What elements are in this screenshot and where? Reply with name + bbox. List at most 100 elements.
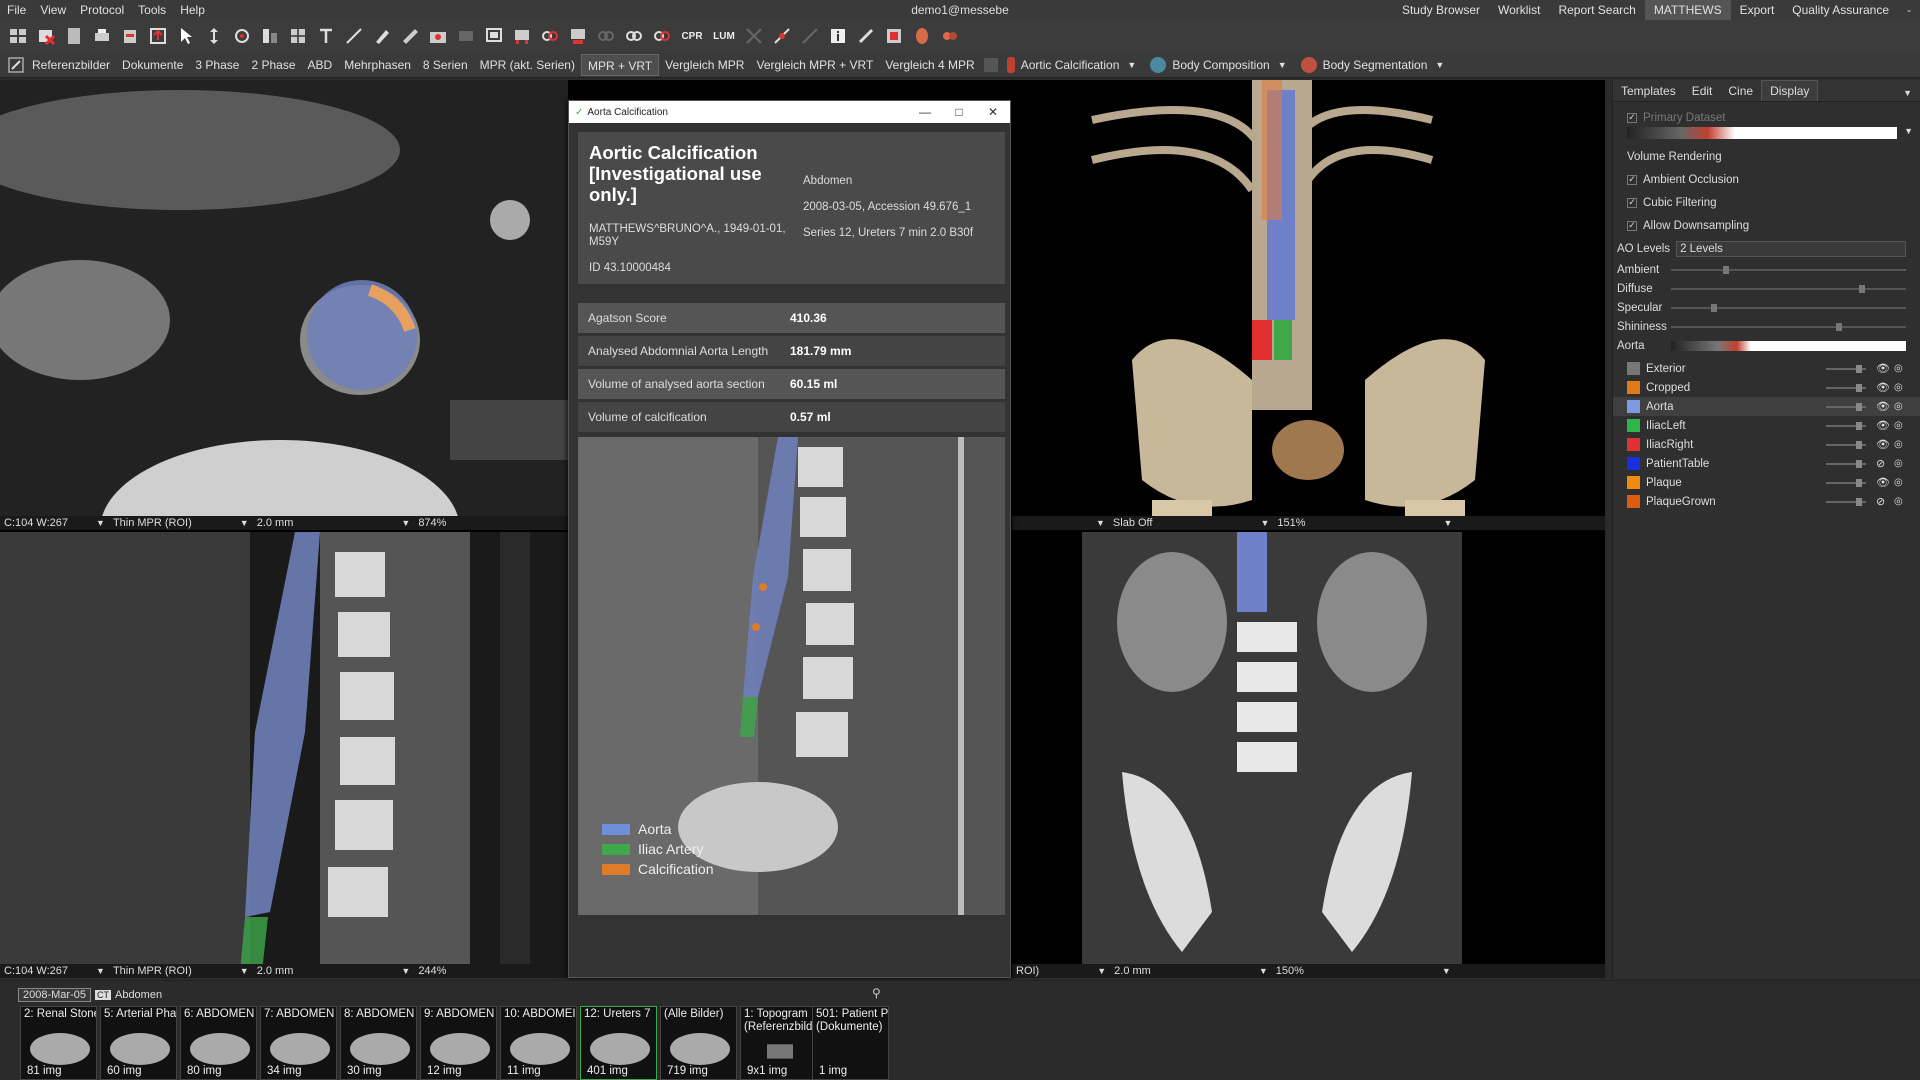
chevron-down-icon[interactable]: ▼	[397, 518, 414, 528]
unlink-icon[interactable]	[594, 24, 618, 48]
menu-protocol[interactable]: Protocol	[73, 3, 131, 17]
segment-aorta[interactable]: Aorta 👁 ◎	[1613, 397, 1920, 416]
close-series-icon[interactable]	[34, 24, 58, 48]
cpr-button[interactable]: CPR	[678, 24, 706, 48]
checkbox[interactable]: ✓	[1627, 197, 1637, 208]
series-thumbnail[interactable]: 9: ABDOMEN 12 img	[420, 1006, 497, 1080]
chevron-down-icon[interactable]: ▼	[1092, 518, 1109, 528]
pencil-icon[interactable]	[370, 24, 394, 48]
opacity-slider[interactable]	[1826, 421, 1866, 430]
info-icon[interactable]	[826, 24, 850, 48]
transfer-function-bar[interactable]: ▼	[1627, 126, 1913, 139]
menu-file[interactable]: File	[0, 3, 33, 17]
segment-color[interactable]	[1627, 495, 1640, 508]
protocol-2-phase[interactable]: 2 Phase	[245, 54, 301, 76]
diffuse-slider[interactable]	[1671, 284, 1906, 293]
slider-handle[interactable]	[1835, 322, 1842, 331]
chevron-down-icon[interactable]: ▼	[1895, 85, 1920, 101]
chevron-down-icon[interactable]: ▼	[1256, 518, 1273, 528]
series-thumbnail[interactable]: 6: ABDOMEN 80 img	[180, 1006, 257, 1080]
link-series-icon[interactable]	[622, 24, 646, 48]
pointer-icon[interactable]	[174, 24, 198, 48]
render-mode[interactable]: Thin MPR (ROI)	[109, 517, 196, 529]
slider-handle[interactable]	[1856, 421, 1862, 430]
nav-report-search[interactable]: Report Search	[1549, 0, 1644, 20]
protocol-3-phase[interactable]: 3 Phase	[189, 54, 245, 76]
chevron-down-icon[interactable]: ▼	[236, 966, 253, 976]
render-mode-icon[interactable]: ◎	[1894, 477, 1906, 488]
screen-icon[interactable]	[454, 24, 478, 48]
menu-help[interactable]: Help	[173, 3, 212, 17]
slider-handle[interactable]	[1710, 303, 1717, 312]
brush-icon[interactable]	[854, 24, 878, 48]
slider-handle[interactable]	[1856, 383, 1862, 392]
segment-color[interactable]	[1627, 362, 1640, 375]
layout-icon[interactable]	[6, 24, 30, 48]
specular-slider[interactable]	[1671, 303, 1906, 312]
option-cubic-filtering[interactable]: ✓ Cubic Filtering	[1613, 193, 1920, 212]
render-mode[interactable]: ROI)	[1012, 965, 1043, 977]
slider-handle[interactable]	[1856, 478, 1862, 487]
viewport-sagittal[interactable]: C:104 W:267 ▼ Thin MPR (ROI) ▼ 2.0 mm ▼ …	[0, 532, 568, 978]
viewport-axial[interactable]: C:104 W:267 ▼ Thin MPR (ROI) ▼ 2.0 mm ▼ …	[0, 80, 568, 530]
opacity-slider[interactable]	[1826, 459, 1866, 468]
rotate-icon[interactable]	[230, 24, 254, 48]
series-thumbnail[interactable]: 1: Topogram (Referenzbild 9x1 img	[740, 1006, 817, 1080]
series-thumbnail[interactable]: (Alle Bilder) 719 img	[660, 1006, 737, 1080]
aorta-calcification-dialog[interactable]: ✓ Aorta Calcification — □ ✕ Aortic Calci…	[568, 100, 1011, 978]
minimize-button[interactable]: -	[1898, 0, 1920, 20]
segment-color[interactable]	[1627, 419, 1640, 432]
eye-icon[interactable]: 👁	[1876, 419, 1890, 432]
ext-body-composition[interactable]: Body Composition ▼	[1144, 54, 1294, 76]
tab-display[interactable]: Display	[1761, 80, 1819, 101]
segment-color[interactable]	[1627, 438, 1640, 451]
window-level-icon[interactable]	[258, 24, 282, 48]
slider-handle[interactable]	[1856, 497, 1862, 506]
render-mode-icon[interactable]: ◎	[1894, 496, 1906, 507]
nav-study-browser[interactable]: Study Browser	[1393, 0, 1489, 20]
protocol-abd[interactable]: ABD	[302, 54, 339, 76]
nav-patient-matthews[interactable]: MATTHEWS	[1644, 0, 1731, 20]
ext-body-segmentation[interactable]: Body Segmentation ▼	[1295, 54, 1453, 76]
slider-handle[interactable]	[1856, 459, 1862, 468]
eye-off-icon[interactable]: ⊘	[1876, 495, 1888, 508]
menu-view[interactable]: View	[33, 3, 73, 17]
link-options-icon[interactable]	[650, 24, 674, 48]
slab-thickness[interactable]: 2.0 mm	[253, 965, 298, 977]
tab-edit[interactable]: Edit	[1684, 81, 1721, 101]
checkbox[interactable]: ✓	[1627, 220, 1637, 231]
series-thumbnail[interactable]: 5: Arterial Pha 60 img	[100, 1006, 177, 1080]
close-icon[interactable]: ✕	[976, 105, 1010, 119]
eye-icon[interactable]: 👁	[1876, 381, 1890, 394]
opacity-slider[interactable]	[1826, 402, 1866, 411]
document-icon[interactable]	[62, 24, 86, 48]
shininess-slider[interactable]	[1671, 322, 1906, 331]
segment-iliac-left[interactable]: IliacLeft 👁 ◎	[1613, 416, 1920, 435]
ruler-icon[interactable]	[398, 24, 422, 48]
segment-iliac-right[interactable]: IliacRight 👁 ◎	[1613, 435, 1920, 454]
viewport-vrt[interactable]: ▼ Slab Off ▼ 151% ▼	[1012, 80, 1605, 530]
monitor-icon[interactable]	[482, 24, 506, 48]
segment-exterior[interactable]: Exterior 👁 ◎	[1613, 359, 1920, 378]
segment-color[interactable]	[1627, 457, 1640, 470]
render-mode[interactable]: Slab Off	[1109, 517, 1157, 529]
segment-plaque-grown[interactable]: PlaqueGrown ⊘ ◎	[1613, 492, 1920, 511]
render-mode-icon[interactable]: ◎	[1894, 420, 1906, 431]
table-icon[interactable]	[510, 24, 534, 48]
nav-quality-assurance[interactable]: Quality Assurance	[1783, 0, 1898, 20]
chevron-down-icon[interactable]: ▼	[1440, 518, 1457, 528]
chevron-down-icon[interactable]: ▼	[236, 518, 253, 528]
viewport-coronal[interactable]: ROI) ▼ 2.0 mm ▼ 150% ▼	[1012, 532, 1605, 978]
chevron-down-icon[interactable]: ▼	[1904, 126, 1913, 136]
protocol-vergleich-mpr-vrt[interactable]: Vergleich MPR + VRT	[750, 54, 879, 76]
export-icon[interactable]	[146, 24, 170, 48]
ao-levels-select[interactable]: 2 Levels	[1676, 240, 1906, 257]
maximize-icon[interactable]: □	[942, 105, 976, 119]
eye-icon[interactable]: 👁	[1876, 438, 1890, 451]
render-mode-icon[interactable]: ◎	[1894, 363, 1906, 374]
segment-patient-table[interactable]: PatientTable ⊘ ◎	[1613, 454, 1920, 473]
tab-cine[interactable]: Cine	[1720, 81, 1761, 101]
render-mode-icon[interactable]: ◎	[1894, 439, 1906, 450]
series-thumbnail[interactable]: 2: Renal Stone 81 img	[20, 1006, 97, 1080]
body-icon[interactable]	[910, 24, 934, 48]
